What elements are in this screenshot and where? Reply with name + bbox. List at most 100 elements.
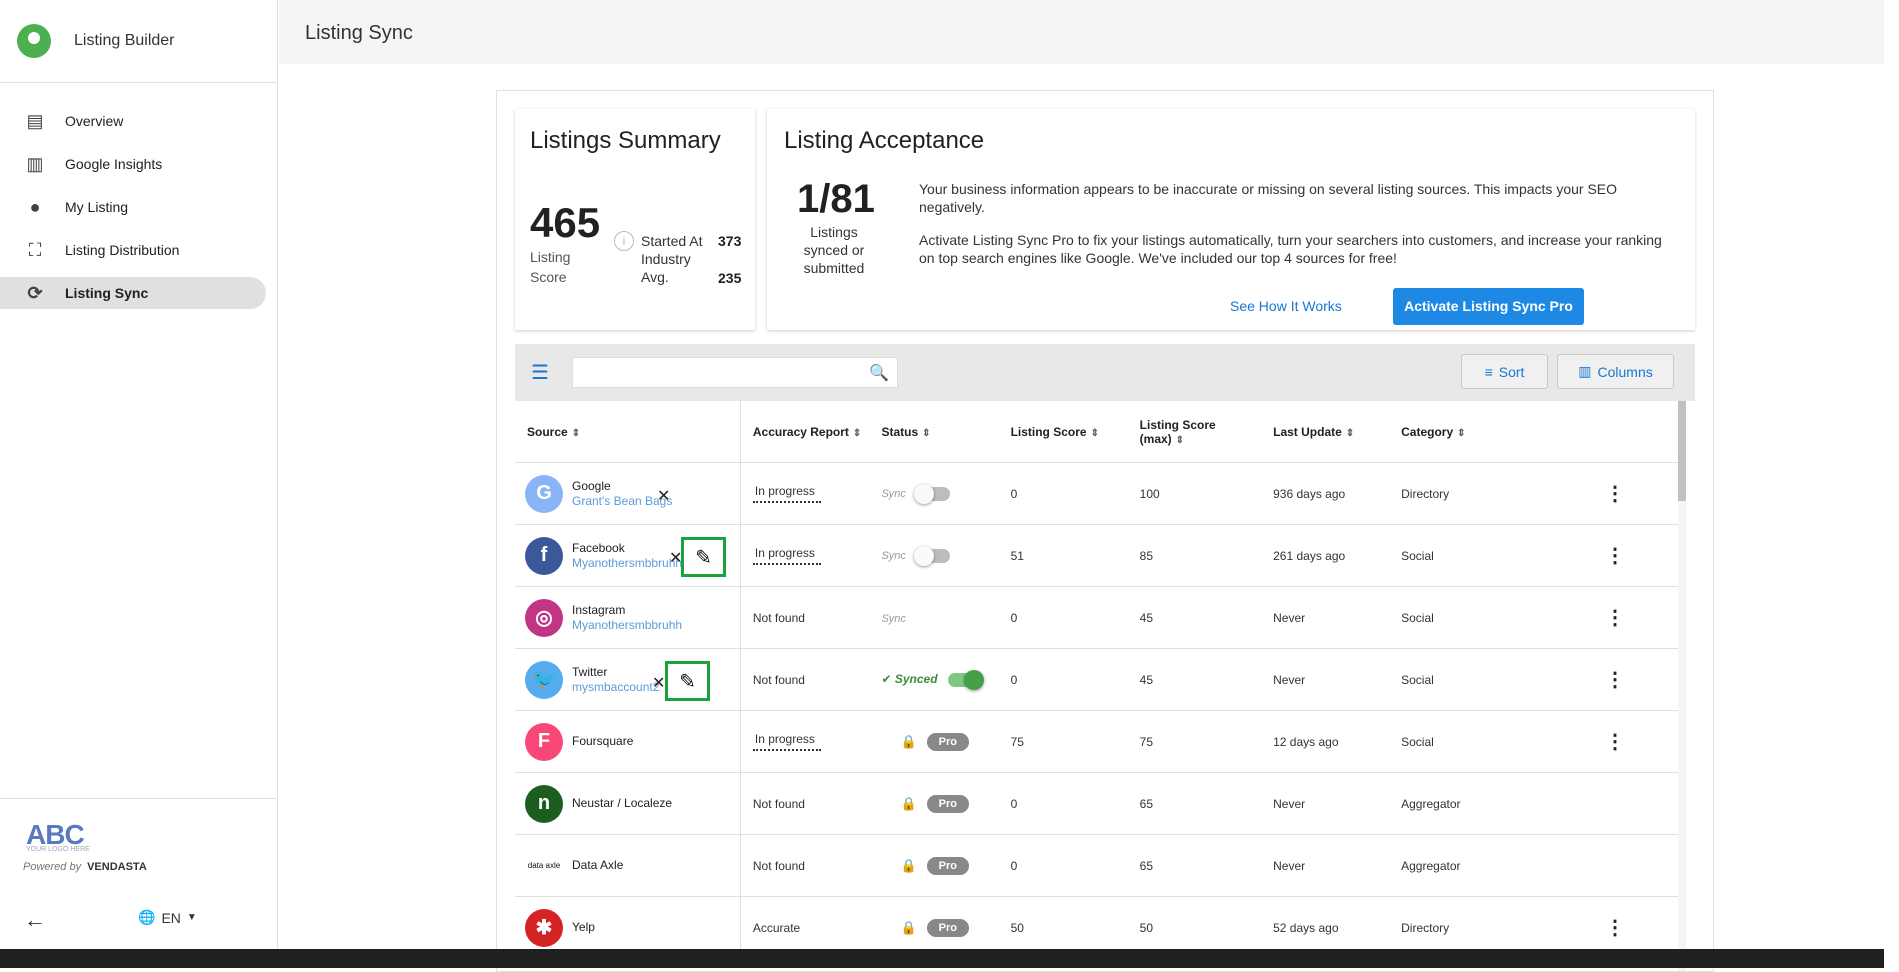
- language-label: EN: [161, 909, 181, 926]
- sidebar-item-overview[interactable]: ▤ Overview: [0, 105, 266, 137]
- sync-toggle[interactable]: [913, 483, 950, 504]
- header-category[interactable]: Category ⇕: [1389, 401, 1541, 463]
- source-cell: data axle Data Axle: [515, 834, 741, 897]
- search-icon[interactable]: 🔍: [869, 363, 889, 383]
- columns-button[interactable]: ▥ Columns: [1557, 354, 1674, 389]
- sort-icon: ≡: [1484, 363, 1493, 380]
- listing-score-max-cell: 65: [1127, 834, 1262, 897]
- lock-icon: 🔒: [900, 733, 917, 749]
- sidebar-item-google-insights[interactable]: ▥ Google Insights: [0, 148, 266, 180]
- table-row: n Neustar / Localeze Not found 🔒 Pro 0 65 Never…: [515, 772, 1678, 835]
- pro-badge[interactable]: Pro: [926, 918, 969, 937]
- filter-icon[interactable]: ☰: [531, 360, 549, 385]
- more-options-icon[interactable]: ⋮: [1552, 915, 1678, 940]
- last-update-cell: Never: [1261, 648, 1390, 711]
- sidebar-item-label: My Listing: [65, 199, 129, 215]
- accuracy-cell: In progress: [740, 524, 870, 587]
- accuracy-cell: Not found: [740, 834, 870, 897]
- see-how-it-works-link[interactable]: See How It Works: [1230, 298, 1342, 314]
- listing-score-value: 465: [530, 199, 601, 246]
- sidebar: Listing Builder ▤ Overview ▥ Google Insi…: [0, 0, 278, 968]
- sort-button[interactable]: ≡ Sort: [1461, 354, 1548, 389]
- summary-title: Listings Summary: [530, 127, 721, 154]
- scrollbar-thumb[interactable]: [1678, 401, 1686, 501]
- caret-down-icon: ▼: [186, 912, 197, 923]
- activate-listing-sync-pro-button[interactable]: Activate Listing Sync Pro: [1393, 288, 1584, 325]
- table-row: f Facebook Myanothersmbbruhh ✕ ✎ In progress S…: [515, 524, 1678, 587]
- info-icon[interactable]: i: [614, 231, 634, 251]
- last-update-cell: Never: [1261, 772, 1390, 835]
- more-options-icon[interactable]: ⋮: [1552, 481, 1678, 506]
- status-cell: 🔒 Pro: [869, 834, 999, 897]
- sort-caret-icon: ⇕: [1090, 427, 1099, 439]
- pro-badge[interactable]: Pro: [926, 794, 969, 813]
- more-options-icon[interactable]: ⋮: [1552, 667, 1678, 692]
- status-cell: Sync: [869, 462, 999, 525]
- accuracy-report-link[interactable]: In progress: [752, 732, 821, 751]
- header-status[interactable]: Status ⇕: [869, 401, 999, 463]
- source-account-link[interactable]: Myanothersmbbruhh: [572, 556, 684, 571]
- category-cell: Social: [1389, 710, 1541, 773]
- sidebar-item-label: Overview: [65, 113, 124, 129]
- source-logo-icon: f: [525, 536, 563, 575]
- accuracy-cell: In progress: [740, 462, 870, 525]
- sidebar-item-my-listing[interactable]: ● My Listing: [0, 191, 266, 223]
- search-input[interactable]: [573, 358, 869, 385]
- source-logo-icon: ✱: [525, 908, 563, 947]
- started-at-label: Started At: [641, 233, 703, 249]
- disconnect-icon[interactable]: ✕: [652, 673, 665, 693]
- pro-badge[interactable]: Pro: [926, 856, 969, 875]
- table-scrollbar[interactable]: [1678, 401, 1686, 971]
- source-account-link[interactable]: Myanothersmbbruhh: [572, 618, 684, 633]
- status-cell: Sync: [869, 586, 999, 649]
- table-row: 🐦 Twitter mysmbaccount2 ✕ ✎ Not found ✔ Synced…: [515, 648, 1678, 711]
- accuracy-report-text: Accurate: [752, 920, 801, 935]
- industry-avg-value: 235: [718, 270, 742, 286]
- listings-table: Source ⇕ Accuracy Report ⇕ Status ⇕ Listing…: [515, 401, 1678, 959]
- more-options-icon[interactable]: ⋮: [1552, 605, 1678, 630]
- accuracy-report-link[interactable]: In progress: [752, 546, 821, 565]
- more-options-icon[interactable]: ⋮: [1552, 729, 1678, 754]
- listing-score-cell: 0: [998, 586, 1128, 649]
- sidebar-item-listing-distribution[interactable]: ⛶ Listing Distribution: [0, 234, 266, 266]
- sync-toggle[interactable]: [913, 545, 950, 566]
- sync-toggle[interactable]: [947, 669, 984, 690]
- columns-label: Columns: [1597, 363, 1653, 380]
- listing-score-cell: 0: [998, 772, 1128, 835]
- edit-icon[interactable]: ✎: [665, 661, 710, 701]
- synced-label: Synced: [894, 672, 938, 687]
- sidebar-item-listing-sync[interactable]: ⟳ Listing Sync: [0, 277, 266, 309]
- last-update-cell: Never: [1261, 834, 1390, 897]
- lock-icon: 🔒: [900, 795, 917, 811]
- started-at-value: 373: [718, 233, 742, 249]
- search-field: 🔍: [572, 357, 898, 388]
- header-listing-score-max[interactable]: Listing Score (max) ⇕: [1127, 401, 1262, 463]
- category-cell: Social: [1389, 586, 1541, 649]
- back-arrow-icon[interactable]: ←: [24, 907, 46, 933]
- status-cell: 🔒 Pro: [869, 710, 999, 773]
- accuracy-report-text: Not found: [752, 858, 805, 873]
- listing-score-max-cell: 100: [1127, 462, 1262, 525]
- vendasta-logo: VENDASTA: [87, 861, 147, 873]
- pro-badge[interactable]: Pro: [926, 732, 969, 751]
- edit-icon[interactable]: ✎: [681, 537, 726, 577]
- header-accuracy-report[interactable]: Accuracy Report ⇕: [740, 401, 870, 463]
- accuracy-report-text: Not found: [752, 610, 805, 625]
- language-selector[interactable]: 🌐 EN ▼: [138, 909, 197, 926]
- header-listing-score[interactable]: Listing Score ⇕: [998, 401, 1128, 463]
- category-cell: Social: [1389, 524, 1541, 587]
- header-last-update[interactable]: Last Update ⇕: [1261, 401, 1390, 463]
- accuracy-report-link[interactable]: In progress: [752, 484, 821, 503]
- source-logo-icon: G: [525, 474, 563, 513]
- source-name: Data Axle: [572, 858, 624, 872]
- listings-summary-card: Listings Summary 465 Listing Score i Sta…: [515, 109, 755, 330]
- header-source[interactable]: Source ⇕: [515, 401, 741, 463]
- status-cell: ✔ Synced: [869, 648, 999, 711]
- actions-cell: ⋮: [1540, 462, 1678, 525]
- disconnect-icon[interactable]: ✕: [657, 486, 670, 506]
- app-title: Listing Builder: [74, 32, 175, 49]
- source-cell: G Google Grant's Bean Bags ✕: [515, 462, 741, 525]
- source-cell: 🐦 Twitter mysmbaccount2 ✕ ✎: [515, 648, 741, 711]
- more-options-icon[interactable]: ⋮: [1552, 543, 1678, 568]
- table-row: F Foursquare In progress 🔒 Pro 75 75 12 days ag…: [515, 710, 1678, 773]
